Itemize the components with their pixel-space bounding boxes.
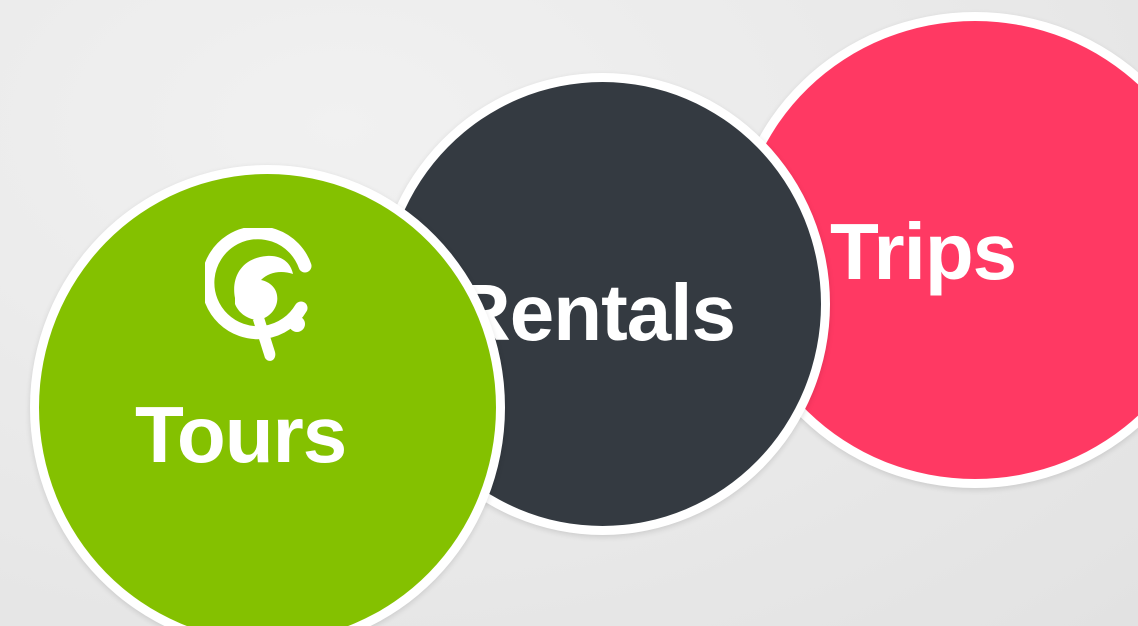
- trips-label: Trips: [830, 207, 1017, 296]
- tours-label: Tours: [135, 390, 347, 479]
- logo-figure: [234, 255, 293, 320]
- brand-logo-icon: [205, 228, 312, 361]
- category-bubbles: Rentals Trips Tours: [0, 0, 1138, 626]
- logo-dot: [289, 316, 305, 332]
